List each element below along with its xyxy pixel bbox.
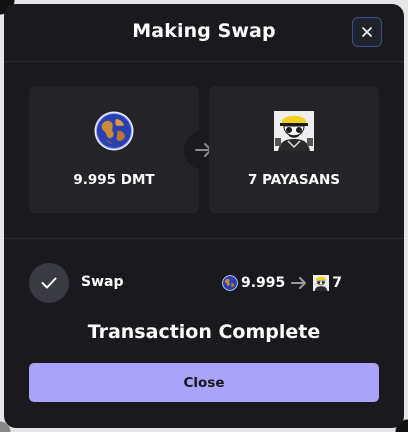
from-token-panel: 9.995 DMT xyxy=(29,86,199,213)
payasans-nft-icon xyxy=(313,275,330,291)
swap-summary: 9.995 7 xyxy=(222,273,342,293)
to-token-panel: 7 PAYASANS xyxy=(209,86,379,213)
close-icon xyxy=(362,27,372,37)
summary-to-amount: 7 xyxy=(332,275,343,291)
arrow-right-icon xyxy=(291,277,307,289)
step-status-indicator xyxy=(29,263,69,303)
to-token-label: 7 PAYASANS xyxy=(247,172,341,188)
check-icon xyxy=(41,277,57,289)
close-button[interactable]: Close xyxy=(29,363,379,402)
summary-from-amount: 9.995 xyxy=(241,275,286,291)
transaction-status: Transaction Complete xyxy=(87,321,321,343)
close-modal-button[interactable] xyxy=(352,17,382,47)
step-label: Swap xyxy=(81,274,124,290)
payasans-nft-icon xyxy=(274,111,314,151)
swap-modal: Making Swap 9.995 DMT 7 PAYASANS Swap 9.… xyxy=(4,4,404,428)
globe-token-icon xyxy=(94,111,134,151)
section-divider xyxy=(4,238,404,239)
modal-header: Making Swap xyxy=(4,4,404,62)
modal-title: Making Swap xyxy=(132,20,276,42)
from-token-label: 9.995 DMT xyxy=(73,172,155,188)
globe-token-icon xyxy=(222,275,238,291)
